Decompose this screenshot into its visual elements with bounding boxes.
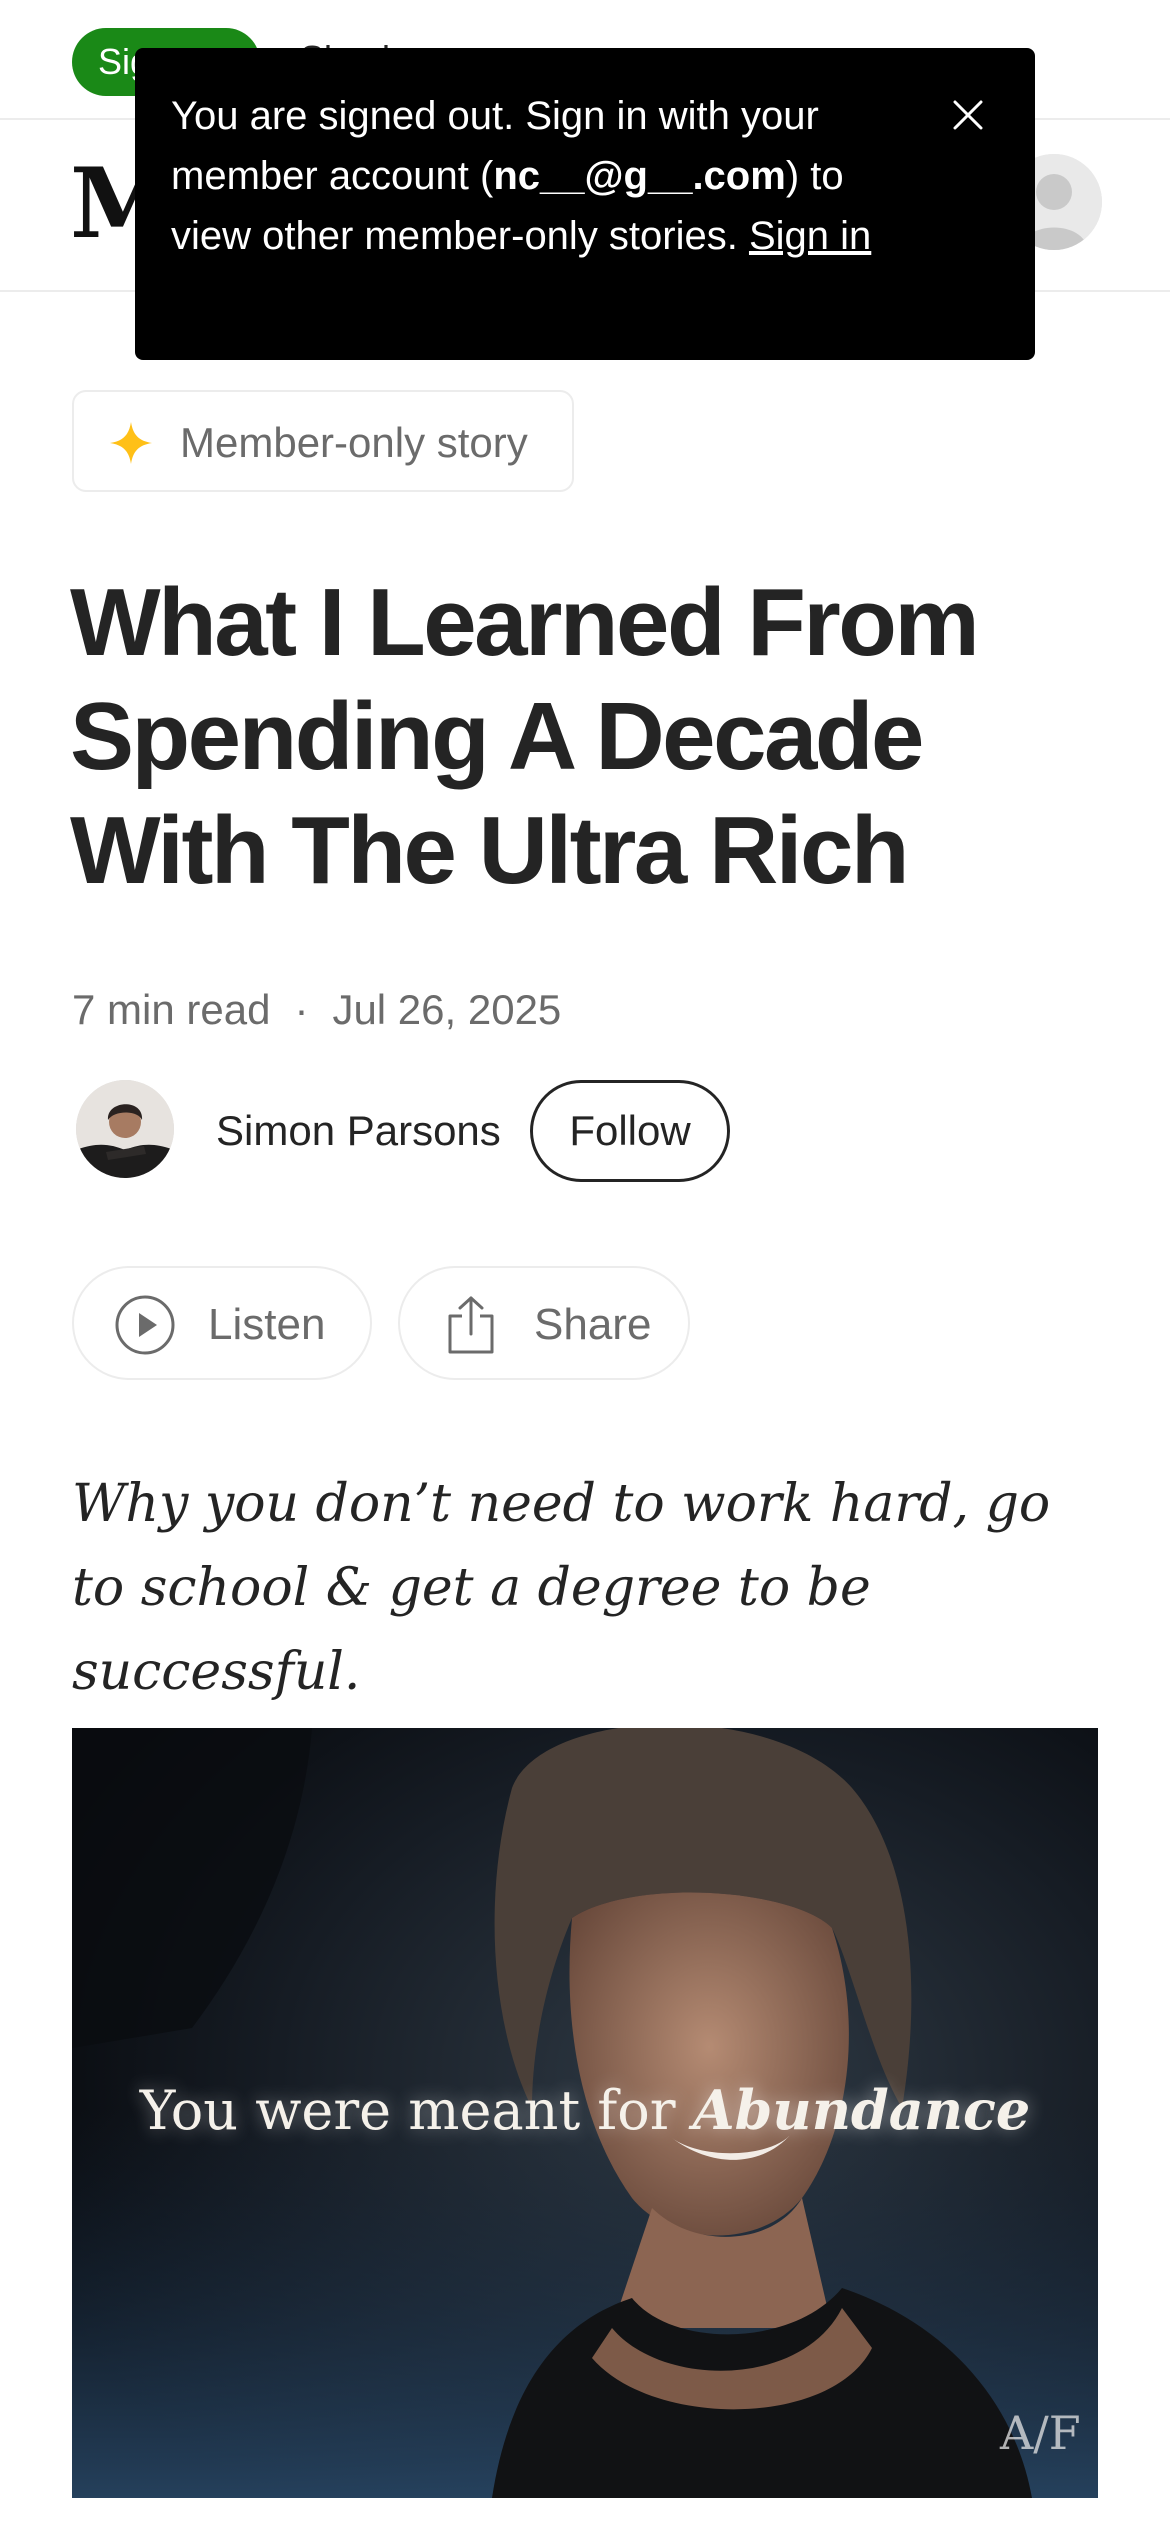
member-only-badge[interactable]: Member-only story [72, 390, 574, 492]
toast-email: nc__@g__.com [493, 154, 786, 198]
close-icon[interactable] [943, 90, 993, 140]
toast-message: You are signed out. Sign in with your me… [171, 86, 891, 266]
read-time: 7 min read [72, 986, 271, 1033]
article-meta: 7 min read · Jul 26, 2025 [72, 984, 561, 1036]
article-subtitle: Why you don’t need to work hard, go to s… [72, 1474, 1051, 1702]
toast-signin-link[interactable]: Sign in [749, 214, 871, 258]
share-button[interactable]: Share [398, 1266, 690, 1380]
hero-caption-emphasis: Abundance [692, 2078, 1031, 2142]
hero-caption-plain: You were meant for [139, 2079, 693, 2142]
publish-date: Jul 26, 2025 [332, 986, 562, 1033]
share-icon [448, 1296, 494, 1354]
member-only-label: Member-only story [180, 419, 528, 466]
signed-out-toast: You are signed out. Sign in with your me… [135, 48, 1035, 360]
article-hero-image: You were meant for Abundance A/F [72, 1728, 1098, 2498]
hero-caption: You were meant for Abundance [72, 2078, 1098, 2142]
sparkle-star-icon [110, 422, 152, 464]
play-icon [115, 1295, 175, 1355]
meta-separator: · [294, 986, 309, 1033]
author-name[interactable]: Simon Parsons [216, 1106, 501, 1156]
listen-button[interactable]: Listen [72, 1266, 372, 1380]
article-title: What I Learned From Spending A Decade Wi… [70, 569, 980, 904]
share-label: Share [534, 1300, 652, 1349]
author-avatar[interactable] [76, 1080, 174, 1178]
watermark-logo: A/F [1000, 2406, 1081, 2460]
follow-button[interactable]: Follow [530, 1080, 730, 1182]
listen-label: Listen [208, 1300, 326, 1349]
